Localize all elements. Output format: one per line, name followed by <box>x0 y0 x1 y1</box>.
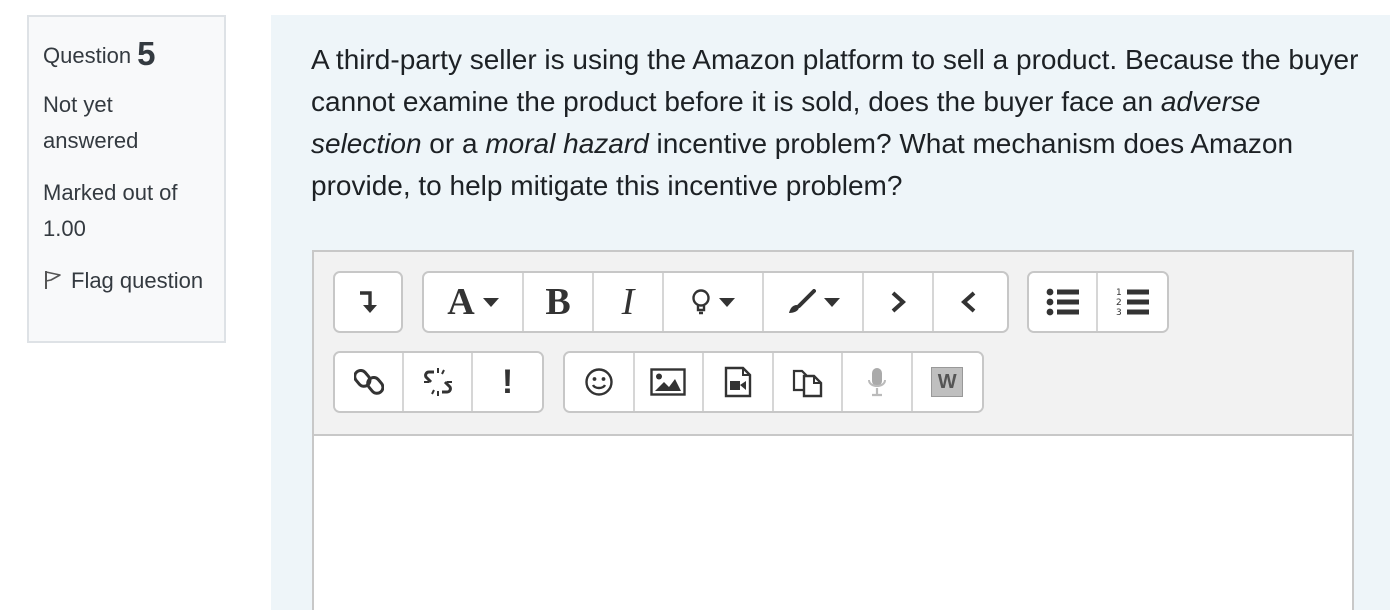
emoticon-icon <box>585 368 613 396</box>
manage-files-button[interactable] <box>773 353 843 411</box>
unlink-icon <box>423 368 452 396</box>
unordered-list-button[interactable] <box>1029 273 1099 331</box>
outdent-icon <box>961 291 976 313</box>
indent-button[interactable] <box>864 273 934 331</box>
media-button[interactable] <box>704 353 774 411</box>
question-text-part2: or a <box>421 128 486 159</box>
record-audio-icon <box>867 368 886 397</box>
toolbar-group-collapse <box>333 271 403 333</box>
chevron-down-icon <box>824 297 840 307</box>
image-button[interactable] <box>634 353 704 411</box>
flag-question-link[interactable]: Flag question <box>43 263 213 299</box>
paste-from-word-button[interactable]: W <box>912 353 982 411</box>
link-button[interactable] <box>335 353 405 411</box>
svg-text:3: 3 <box>1116 308 1122 317</box>
show-more-button[interactable] <box>335 273 401 331</box>
no-autolink-button[interactable]: ! <box>473 353 542 411</box>
italic-icon: I <box>621 281 635 323</box>
media-icon <box>724 366 751 398</box>
record-audio-button[interactable] <box>843 353 913 411</box>
lightbulb-button[interactable] <box>664 273 764 331</box>
question-number-value: 5 <box>137 35 156 72</box>
question-text: A third-party seller is using the Amazon… <box>311 39 1371 207</box>
toolbar-group-lists: 123 <box>1027 271 1169 333</box>
outdent-button[interactable] <box>934 273 1004 331</box>
toolbar-group-links: ! <box>333 351 544 413</box>
font-style-icon: A <box>447 281 475 323</box>
flag-icon <box>45 271 61 289</box>
ordered-list-button[interactable]: 123 <box>1098 273 1167 331</box>
question-info: Question 5 Not yet answered Marked out of… <box>27 15 226 343</box>
no-autolink-icon: ! <box>501 363 514 401</box>
question-term-moral: moral hazard <box>485 128 649 159</box>
link-icon <box>353 368 384 395</box>
paintbrush-icon <box>789 289 816 313</box>
editor-content-area[interactable] <box>314 434 1352 616</box>
show-more-icon <box>360 291 377 313</box>
chevron-down-icon <box>482 297 499 307</box>
bold-button[interactable]: B <box>524 273 594 331</box>
question-state: Not yet answered <box>43 92 139 153</box>
unordered-list-icon <box>1046 288 1079 316</box>
emoticon-button[interactable] <box>565 353 635 411</box>
italic-button[interactable]: I <box>594 273 664 331</box>
image-icon <box>650 368 686 396</box>
question-grade: Marked out of 1.00 <box>43 180 178 241</box>
unlink-button[interactable] <box>404 353 474 411</box>
ordered-list-icon: 123 <box>1116 288 1149 317</box>
question-label: Question <box>43 43 132 68</box>
flag-question-label: Flag question <box>71 268 204 293</box>
svg-text:1: 1 <box>1116 288 1122 298</box>
toolbar-group-style: A B I <box>422 271 1009 333</box>
text-editor: A B I 1 2 3 ! W <box>312 250 1354 616</box>
question-number: Question 5 <box>43 33 156 72</box>
chevron-down-icon <box>719 297 735 307</box>
word-glyph: W <box>937 370 957 393</box>
paintbrush-button[interactable] <box>764 273 864 331</box>
bold-icon: B <box>545 281 571 323</box>
indent-icon <box>891 291 906 313</box>
lightbulb-icon <box>692 289 710 315</box>
manage-files-icon <box>793 369 823 398</box>
question-content: A third-party seller is using the Amazon… <box>271 15 1390 616</box>
svg-text:2: 2 <box>1116 298 1122 308</box>
toolbar-group-insert: W <box>563 351 984 413</box>
font-style-button[interactable]: A <box>424 273 524 331</box>
paste-from-word-icon: W <box>931 367 964 397</box>
